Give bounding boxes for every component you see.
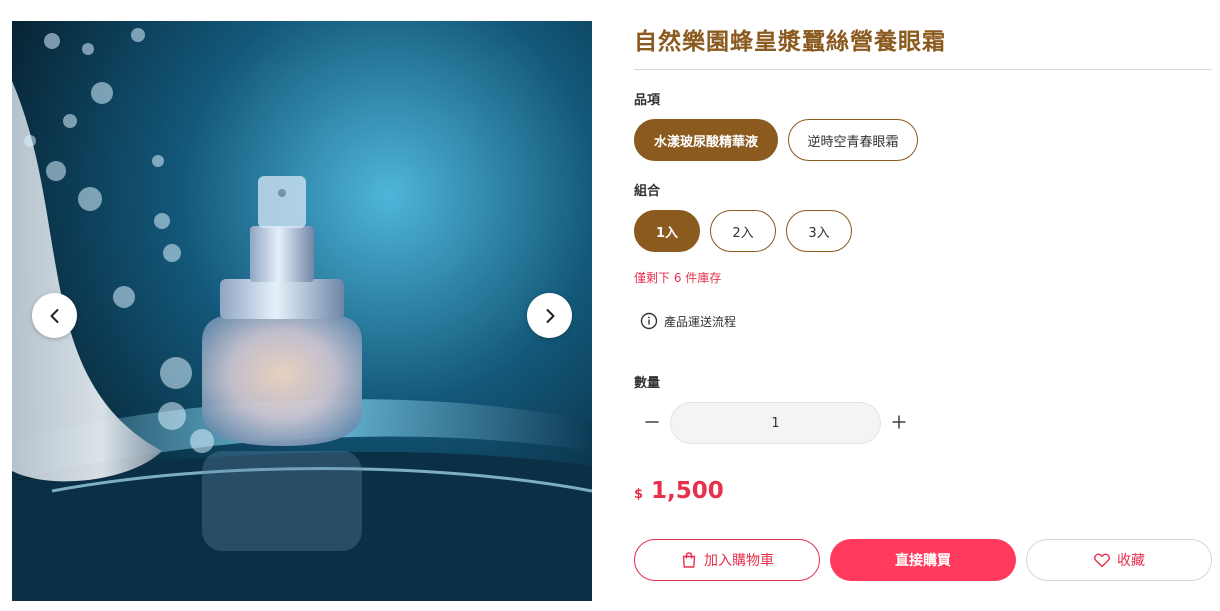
- quantity-label: 數量: [634, 376, 661, 391]
- shipping-process-label: 產品運送流程: [664, 314, 737, 329]
- shopping-bag-icon: [682, 552, 696, 568]
- stock-notice: 僅剩下 6 件庫存: [634, 271, 722, 285]
- plus-icon: [892, 415, 906, 429]
- add-to-cart-button[interactable]: 加入購物車: [634, 539, 820, 581]
- chevron-left-icon: [50, 308, 58, 323]
- quantity-increase-button[interactable]: [887, 410, 911, 434]
- combo-option-2[interactable]: 2入: [710, 210, 776, 252]
- product-image-gallery: [12, 21, 592, 601]
- chevron-right-icon: [546, 308, 554, 323]
- favorite-button[interactable]: 收藏: [1026, 539, 1212, 581]
- add-to-cart-label: 加入購物車: [704, 553, 774, 569]
- combo-option-3[interactable]: 3入: [786, 210, 852, 252]
- divider: [634, 69, 1212, 70]
- product-image: [12, 21, 592, 601]
- quantity-input[interactable]: [670, 402, 881, 444]
- gallery-prev-button[interactable]: [32, 293, 77, 338]
- quantity-decrease-button[interactable]: [640, 410, 664, 434]
- product-price: $ 1,500: [634, 478, 724, 504]
- shipping-process-link[interactable]: 產品運送流程: [640, 312, 736, 330]
- item-option-hyaluronic-serum[interactable]: 水漾玻尿酸精華液: [634, 119, 778, 161]
- minus-icon: [645, 421, 659, 423]
- price-currency: $: [634, 487, 644, 502]
- item-option-eye-cream[interactable]: 逆時空青春眼霜: [788, 119, 918, 161]
- product-details: 自然樂園蜂皇漿蠶絲營養眼霜 品項 水漾玻尿酸精華液 逆時空青春眼霜 組合 1入 …: [634, 0, 1212, 611]
- heart-icon: [1094, 553, 1110, 568]
- buy-now-button[interactable]: 直接購買: [830, 539, 1016, 581]
- price-amount: 1,500: [651, 478, 724, 504]
- combo-option-label: 組合: [634, 184, 661, 199]
- product-title: 自然樂園蜂皇漿蠶絲營養眼霜: [634, 29, 946, 55]
- favorite-label: 收藏: [1117, 553, 1145, 569]
- info-icon: [640, 312, 658, 330]
- gallery-next-button[interactable]: [527, 293, 572, 338]
- item-option-label: 品項: [634, 93, 661, 108]
- combo-option-1[interactable]: 1入: [634, 210, 700, 252]
